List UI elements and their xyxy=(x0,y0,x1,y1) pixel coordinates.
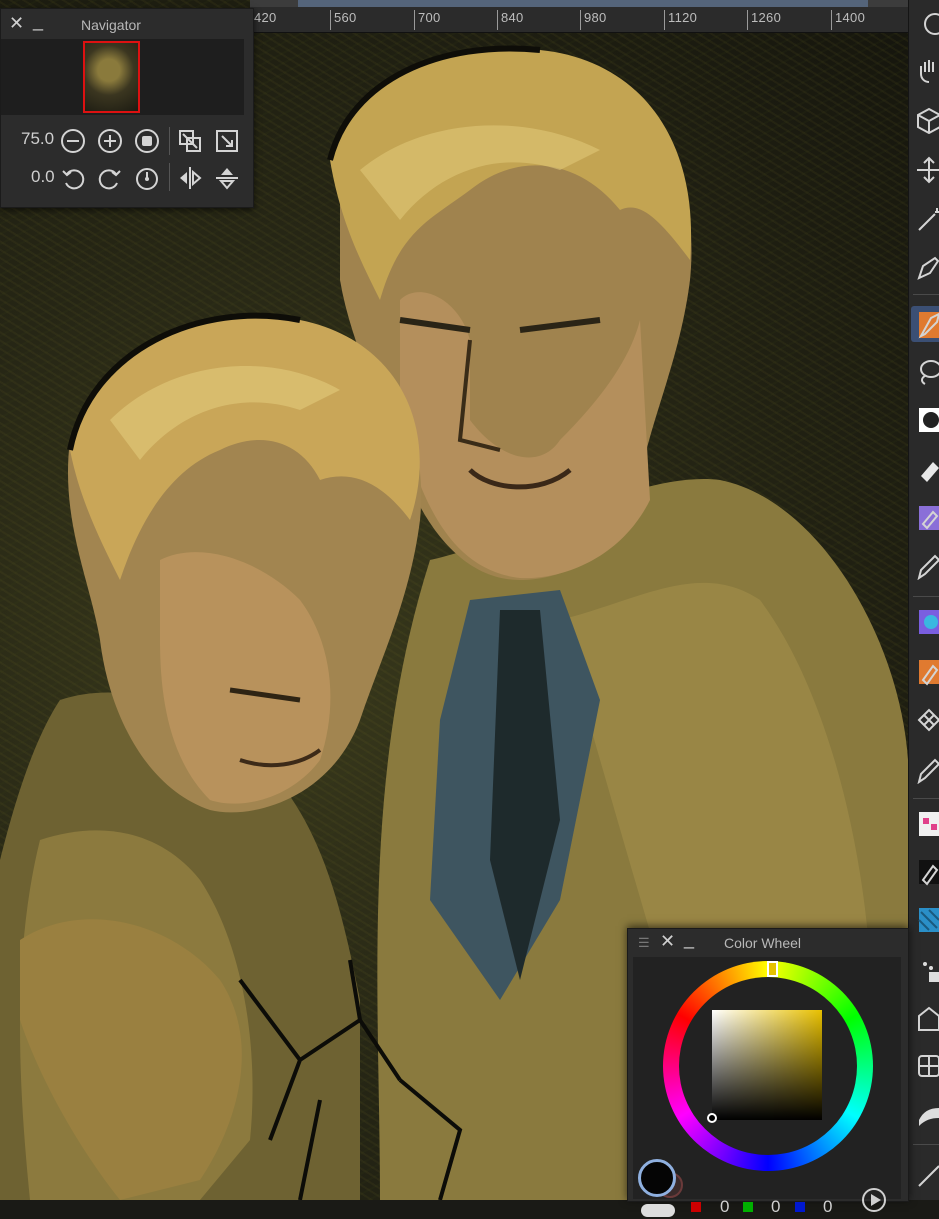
tool-panel xyxy=(908,0,939,1200)
ruler-label: 1260 xyxy=(746,10,782,30)
hue-handle[interactable] xyxy=(767,961,778,977)
navigator-title: Navigator xyxy=(81,17,141,33)
close-icon[interactable]: ✕ xyxy=(9,13,24,34)
smudge-icon[interactable] xyxy=(915,1100,939,1128)
zoom-reset-icon[interactable] xyxy=(134,128,160,154)
magic-wand-icon[interactable] xyxy=(915,204,939,232)
green-value[interactable]: 0 xyxy=(771,1197,780,1219)
fill-color-icon[interactable] xyxy=(915,406,939,434)
red-channel-swatch xyxy=(691,1202,701,1212)
saturation-value-square[interactable] xyxy=(712,1010,822,1120)
color-mode-toggle[interactable] xyxy=(641,1204,675,1217)
move-icon[interactable] xyxy=(915,156,939,184)
play-icon[interactable] xyxy=(862,1188,886,1212)
divider xyxy=(169,163,170,191)
fit-canvas-icon[interactable] xyxy=(177,128,203,154)
color-picker-handle[interactable] xyxy=(707,1113,717,1123)
divider xyxy=(169,127,170,155)
ruler-label: 1120 xyxy=(663,10,698,30)
horizontal-ruler[interactable]: 420 560 700 840 980 1120 1260 1400 xyxy=(250,0,908,33)
color-wheel-body: 0 0 0 xyxy=(633,957,901,1217)
decoration-icon[interactable] xyxy=(915,810,939,838)
zoom-row: 75.0 xyxy=(1,123,253,159)
ruler-label: 420 xyxy=(250,10,277,30)
ruler-visible-range xyxy=(298,0,868,7)
zoom-value[interactable]: 75.0 xyxy=(21,129,54,149)
navigator-panel: ✕ _ Navigator 75.0 0.0 xyxy=(0,8,254,208)
zoom-out-icon[interactable] xyxy=(60,128,86,154)
spray-icon[interactable] xyxy=(915,956,939,984)
navigator-preview[interactable] xyxy=(1,39,244,115)
3d-cube-icon[interactable] xyxy=(915,106,939,134)
blue-value[interactable]: 0 xyxy=(823,1197,832,1219)
green-channel-swatch xyxy=(743,1202,753,1212)
dark-brush-icon[interactable] xyxy=(915,858,939,886)
actual-size-icon[interactable] xyxy=(214,128,240,154)
color-wheel-panel: ☰ ✕ _ Color Wheel 0 0 0 xyxy=(627,928,909,1217)
gradient-icon[interactable] xyxy=(915,504,939,532)
divider xyxy=(913,798,939,799)
grid-icon[interactable] xyxy=(915,1052,939,1080)
drag-handle-icon[interactable]: ☰ xyxy=(638,935,650,951)
red-value[interactable]: 0 xyxy=(720,1197,729,1219)
divider xyxy=(913,294,939,295)
rotation-reset-icon[interactable] xyxy=(134,165,160,191)
watercolor-icon[interactable] xyxy=(915,608,939,636)
color-wheel-title: Color Wheel xyxy=(724,935,802,951)
foreground-color-swatch[interactable] xyxy=(638,1159,676,1197)
viewport-indicator[interactable] xyxy=(83,41,140,113)
ruler-label: 980 xyxy=(580,10,607,30)
rotation-value[interactable]: 0.0 xyxy=(31,167,55,187)
blue-channel-swatch xyxy=(795,1202,805,1212)
flip-horizontal-icon[interactable] xyxy=(177,165,203,191)
shape-icon[interactable] xyxy=(915,1004,939,1032)
marker-icon[interactable] xyxy=(915,658,939,686)
hue-ring[interactable] xyxy=(663,961,873,1171)
color-wheel-header[interactable]: ☰ ✕ _ Color Wheel xyxy=(628,929,908,955)
divider xyxy=(913,596,939,597)
texture-icon[interactable] xyxy=(915,906,939,934)
pencil-icon[interactable] xyxy=(915,552,939,580)
pen-icon[interactable] xyxy=(915,254,939,282)
ruler-label: 840 xyxy=(497,10,524,30)
ruler-label: 560 xyxy=(330,10,357,30)
navigator-header[interactable]: ✕ _ Navigator xyxy=(1,9,253,39)
line-icon[interactable] xyxy=(915,1160,939,1188)
minimize-icon[interactable]: _ xyxy=(684,929,694,950)
ruler-label: 1400 xyxy=(830,10,866,30)
divider xyxy=(913,1144,939,1145)
close-icon[interactable]: ✕ xyxy=(660,931,675,952)
minimize-icon[interactable]: _ xyxy=(33,11,43,32)
brush-icon[interactable] xyxy=(911,306,939,342)
hand-icon[interactable] xyxy=(915,58,939,86)
ruler-scroll-strip[interactable] xyxy=(250,0,908,7)
rotate-ccw-icon[interactable] xyxy=(60,165,86,191)
ruler-label: 700 xyxy=(414,10,441,30)
ellipse-select-icon[interactable] xyxy=(915,10,939,38)
lasso-icon[interactable] xyxy=(915,358,939,386)
ink-icon[interactable] xyxy=(915,756,939,784)
rotate-cw-icon[interactable] xyxy=(97,165,123,191)
zoom-in-icon[interactable] xyxy=(97,128,123,154)
flip-vertical-icon[interactable] xyxy=(214,165,240,191)
pattern-icon[interactable] xyxy=(915,706,939,734)
eraser-icon[interactable] xyxy=(915,456,939,484)
rotation-row: 0.0 xyxy=(1,161,253,197)
